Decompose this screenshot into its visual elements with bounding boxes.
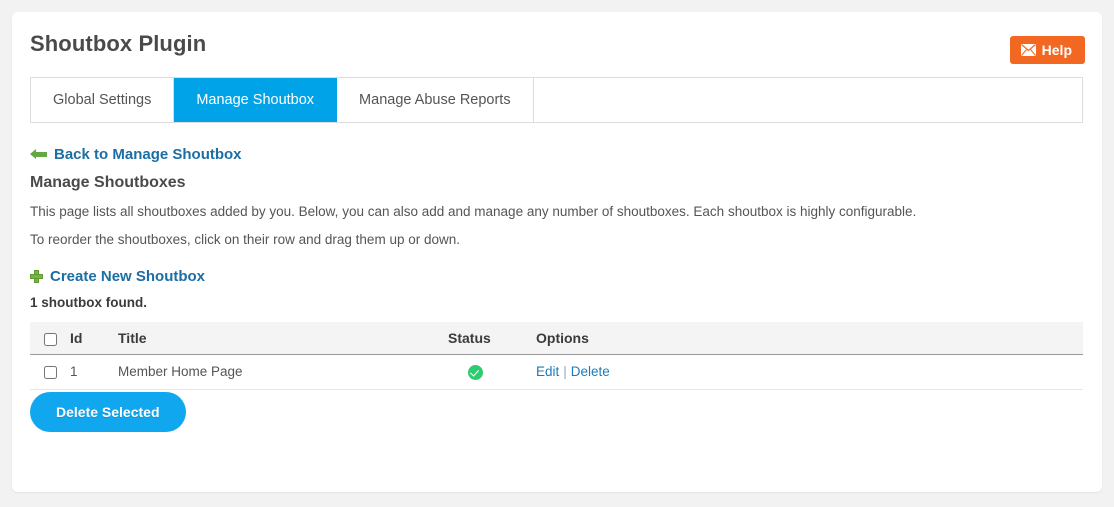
section-heading: Manage Shoutboxes [30,174,186,191]
page-card: Shoutbox Plugin Help Global Settings Man… [12,12,1102,492]
tab-manage-abuse-reports[interactable]: Manage Abuse Reports [337,78,534,122]
table-row[interactable]: 1 Member Home Page Edit | Delete [30,354,1083,390]
page-title: Shoutbox Plugin [30,31,207,56]
row-id: 1 [70,354,118,390]
tab-label: Global Settings [53,92,152,108]
tab-label: Manage Abuse Reports [359,92,511,108]
back-to-manage-shoutbox-link[interactable]: Back to Manage Shoutbox [54,146,242,163]
mail-icon [1020,44,1036,56]
shoutbox-found-count: 1 shoutbox found. [30,295,147,310]
tab-bar-filler [534,78,1082,122]
tab-global-settings[interactable]: Global Settings [31,78,175,122]
select-all-checkbox[interactable] [44,332,57,346]
row-title: Member Home Page [118,354,448,390]
row-options-cell: Edit | Delete [536,354,1083,390]
shoutbox-table: Id Title Status Options 1 Member Home Pa… [30,322,1083,390]
column-header-id: Id [70,322,118,355]
create-new-shoutbox-row[interactable]: Create New Shoutbox [30,268,205,285]
check-circle-icon [468,364,483,380]
row-status-cell [448,354,536,390]
table-body: 1 Member Home Page Edit | Delete [30,354,1083,390]
tab-label: Manage Shoutbox [196,92,315,108]
plus-icon [30,270,43,283]
column-header-status: Status [448,322,536,355]
description-line-2: To reorder the shoutboxes, click on thei… [30,232,460,247]
column-header-title: Title [118,322,448,355]
tab-bar: Global Settings Manage Shoutbox Manage A… [30,77,1083,123]
help-button-label: Help [1041,42,1072,58]
arrow-left-icon [30,149,47,160]
tab-manage-shoutbox[interactable]: Manage Shoutbox [174,78,338,122]
delete-link[interactable]: Delete [571,364,610,379]
row-select-cell [30,354,70,390]
delete-selected-button[interactable]: Delete Selected [30,392,186,432]
options-separator: | [563,364,567,380]
description-line-1: This page lists all shoutboxes added by … [30,204,917,219]
table-header: Id Title Status Options [30,322,1083,355]
help-button[interactable]: Help [1009,36,1085,64]
row-select-checkbox[interactable] [44,366,57,380]
column-header-select-all [30,322,70,355]
table-header-row: Id Title Status Options [30,322,1083,355]
column-header-options: Options [536,322,1083,355]
create-new-shoutbox-link[interactable]: Create New Shoutbox [50,268,205,285]
edit-link[interactable]: Edit [536,364,559,379]
back-link-row[interactable]: Back to Manage Shoutbox [30,146,242,163]
